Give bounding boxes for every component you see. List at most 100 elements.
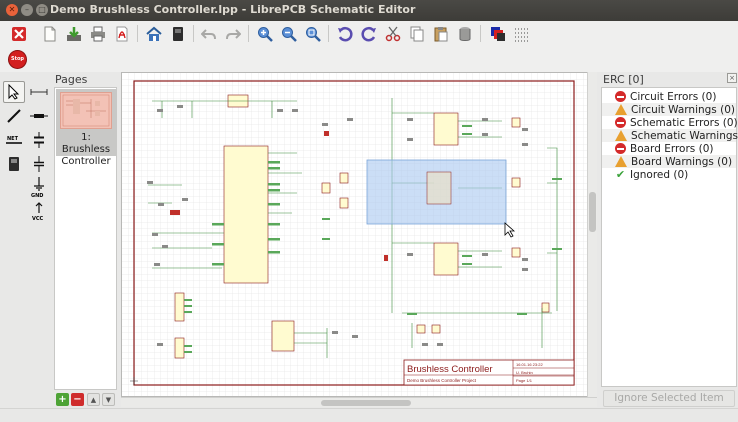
erc-item-board-warnings[interactable]: Board Warnings (0) (602, 155, 736, 168)
copy-icon[interactable] (406, 23, 427, 44)
project-home-icon[interactable] (143, 23, 164, 44)
erc-item-label: Board Warnings (0) (631, 155, 733, 168)
vcc-text: VCC (32, 216, 44, 222)
add-capacitor-tool[interactable] (28, 129, 50, 151)
move-page-up-button[interactable]: ▲ (87, 393, 100, 406)
connector-symbol (174, 292, 185, 322)
capacitor-icon (34, 156, 44, 172)
remove-page-button[interactable]: − (71, 393, 84, 406)
erc-item-label: Schematic Warnings (0) (631, 129, 738, 142)
page-item[interactable]: 1: Brushless Controller (56, 89, 116, 167)
erc-panel-close-icon[interactable]: × (727, 73, 737, 83)
close-project-icon[interactable] (8, 23, 29, 44)
add-gnd-tool[interactable]: GND (28, 177, 50, 199)
erc-list[interactable]: Circuit Errors (0) Circuit Warnings (0) … (601, 87, 738, 387)
erc-panel-title: ERC [0] (603, 73, 644, 86)
gnd-icon: GND (31, 177, 44, 199)
draw-line-tool[interactable] (3, 105, 25, 127)
erc-item-schematic-warnings[interactable]: Schematic Warnings (0) (602, 129, 738, 142)
error-icon (615, 117, 626, 128)
line-icon (7, 109, 21, 123)
warning-icon (615, 156, 627, 167)
erc-item-ignored[interactable]: ✔ Ignored (0) (602, 168, 736, 181)
layers-icon[interactable] (487, 23, 508, 44)
erc-item-label: Schematic Errors (0) (630, 116, 738, 129)
pages-panel-title: Pages (55, 73, 88, 86)
horizontal-scroll-thumb[interactable] (321, 400, 411, 406)
add-resistor-tool[interactable] (28, 105, 50, 127)
title-block: Brushless Controller Demo Brushless Cont… (403, 359, 575, 386)
add-page-button[interactable]: + (56, 393, 69, 406)
rotate-ccw-icon[interactable] (334, 23, 355, 44)
ic-symbol (433, 112, 459, 146)
schematic-canvas[interactable]: Brushless Controller Demo Brushless Cont… (121, 72, 597, 397)
main-toolbar (0, 21, 738, 46)
erc-item-circuit-errors[interactable]: Circuit Errors (0) (602, 90, 736, 103)
paste-icon[interactable] (430, 23, 451, 44)
erc-item-label: Circuit Errors (0) (630, 90, 717, 103)
ic-symbol (271, 320, 295, 352)
erc-item-circuit-warnings[interactable]: Circuit Warnings (0) (602, 103, 736, 116)
resistor-icon (30, 114, 48, 118)
new-file-icon[interactable] (39, 23, 60, 44)
window-minimize-icon[interactable]: – (21, 4, 33, 16)
window-title: Demo Brushless Controller.lpp - LibrePCB… (50, 3, 416, 16)
window-maximize-icon[interactable]: □ (36, 4, 48, 16)
page-thumbnail (60, 92, 112, 129)
zoom-in-icon[interactable] (254, 23, 275, 44)
vcc-icon: VCC (32, 202, 44, 222)
stop-button[interactable]: Stop (9, 51, 26, 68)
add-component-tool[interactable] (3, 153, 25, 175)
zoom-all-icon[interactable] (302, 23, 323, 44)
redo-icon[interactable] (222, 23, 243, 44)
mcu-symbol (223, 145, 269, 284)
ignore-selected-item-button[interactable]: Ignore Selected Item (603, 390, 735, 407)
print-icon[interactable] (87, 23, 108, 44)
title-block-page: Page 1/1 (516, 378, 533, 383)
cursor-icon (8, 84, 20, 100)
select-tool[interactable] (3, 81, 25, 103)
capacitor-icon (34, 132, 44, 148)
pages-list[interactable]: 1: Brushless Controller (54, 87, 117, 390)
window-close-icon[interactable]: ✕ (6, 4, 18, 16)
cut-icon[interactable] (382, 23, 403, 44)
title-block-author: U. Bruhin (516, 370, 533, 375)
export-pdf-icon[interactable] (111, 23, 132, 44)
title-block-project: Demo Brushless Controller Project (407, 378, 477, 383)
add-netlabel-tool[interactable]: NET (3, 129, 25, 151)
vertical-scrollbar[interactable] (587, 72, 597, 397)
netlabel-text: NET (7, 136, 19, 142)
horizontal-scrollbar[interactable] (121, 397, 597, 407)
add-capacitor2-tool[interactable] (28, 153, 50, 175)
erc-item-label: Board Errors (0) (630, 142, 714, 155)
undo-icon[interactable] (198, 23, 219, 44)
erc-item-label: Ignored (0) (630, 168, 689, 181)
zoom-out-icon[interactable] (278, 23, 299, 44)
toolbar-separator (248, 25, 249, 42)
wire-icon (30, 89, 48, 95)
erc-item-schematic-errors[interactable]: Schematic Errors (0) (602, 116, 738, 129)
draw-wire-tool[interactable] (28, 81, 50, 103)
rotate-cw-icon[interactable] (358, 23, 379, 44)
title-block-date: 16.01.16 23:22 (516, 362, 543, 367)
remove-icon[interactable] (454, 23, 475, 44)
move-page-down-button[interactable]: ▼ (102, 393, 115, 406)
component-icon (9, 157, 19, 171)
gnd-text: GND (31, 193, 43, 199)
add-vcc-tool[interactable]: VCC (28, 201, 50, 223)
toolbar-separator (328, 25, 329, 42)
vertical-scroll-thumb[interactable] (589, 192, 596, 232)
warning-icon (615, 130, 627, 141)
grid-icon[interactable] (511, 23, 532, 44)
control-panel-icon[interactable] (167, 23, 188, 44)
title-block-title: Brushless Controller (407, 364, 493, 375)
error-icon (615, 143, 626, 154)
ic-symbol (433, 242, 459, 276)
title-bar: ✕ – □ Demo Brushless Controller.lpp - Li… (0, 0, 738, 21)
save-icon[interactable] (63, 23, 84, 44)
erc-item-board-errors[interactable]: Board Errors (0) (602, 142, 736, 155)
toolbar-separator (193, 25, 194, 42)
erc-item-label: Circuit Warnings (0) (631, 103, 735, 116)
tools-palette: NET GND VCC (0, 76, 52, 408)
status-bar (0, 408, 738, 422)
